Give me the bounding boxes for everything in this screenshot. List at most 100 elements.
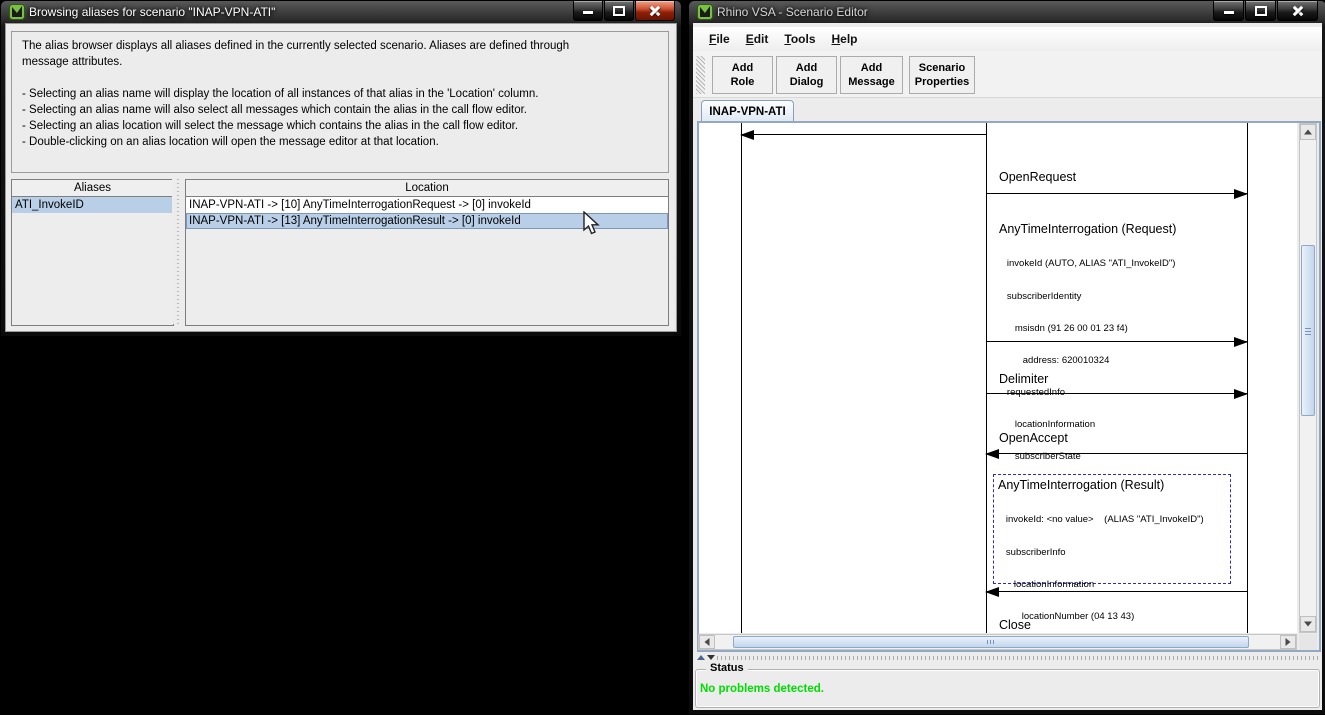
role-lifeline-2 (986, 123, 987, 633)
message-close[interactable]: Close (999, 618, 1031, 632)
aliases-table: Aliases ATI_InvokeID (11, 179, 174, 326)
scroll-right-button[interactable] (1280, 635, 1296, 649)
tab-inap-vpn-ati[interactable]: INAP-VPN-ATI (701, 100, 794, 122)
minimize-icon (1224, 11, 1234, 14)
scroll-left-button[interactable] (699, 635, 715, 649)
editor-window-title: Rhino VSA - Scenario Editor (717, 5, 868, 19)
vertical-scroll-thumb[interactable] (1301, 245, 1315, 416)
add-role-button[interactable]: AddRole (712, 56, 773, 94)
arrowhead-left-icon (740, 130, 754, 140)
scroll-down-icon (1304, 622, 1312, 627)
arrowhead-left-icon (985, 449, 999, 459)
message-arrow-left[interactable] (986, 591, 1247, 592)
toolbar-drag-grip[interactable] (696, 56, 705, 94)
status-message: No problems detected. (700, 683, 824, 695)
alias-description-panel: The alias browser displays all aliases d… (11, 31, 669, 173)
splitter-expand-up-icon[interactable] (697, 655, 705, 660)
detail-line: locationInformation (998, 580, 1204, 591)
add-dialog-button[interactable]: AddDialog (776, 56, 837, 94)
message-open-accept[interactable]: OpenAccept (999, 431, 1068, 445)
maximize-icon (613, 6, 625, 16)
status-panel: Status No problems detected. (695, 669, 1320, 708)
call-flow-canvas[interactable]: OpenRequest AnyTimeInterrogation (Reques… (699, 123, 1297, 633)
rhino-vsa-app-icon (697, 4, 713, 20)
menu-edit[interactable]: Edit (738, 29, 777, 49)
arrowhead-left-icon (985, 587, 999, 597)
detail-line: invokeId: <no value> (ALIAS "ATI_InvokeI… (998, 515, 1204, 526)
detail-line: invokeId (AUTO, ALIAS "ATI_InvokeID") (999, 259, 1175, 270)
location-column-header[interactable]: Location (186, 180, 668, 197)
message-ati-result-title[interactable]: AnyTimeInterrogation (Result) (998, 478, 1164, 492)
message-open-request[interactable]: OpenRequest (999, 170, 1076, 184)
close-icon (1278, 1, 1317, 20)
message-arrow-left[interactable] (741, 134, 986, 135)
location-row-result[interactable]: INAP-VPN-ATI -> [13] AnyTimeInterrogatio… (186, 213, 668, 229)
minimize-button[interactable] (1213, 1, 1244, 21)
message-arrow-right[interactable] (986, 193, 1247, 194)
scenario-properties-button[interactable]: ScenarioProperties (909, 56, 975, 94)
maximize-icon (1255, 6, 1267, 16)
message-delimiter[interactable]: Delimiter (999, 372, 1048, 386)
thumb-grip-icon (987, 640, 995, 644)
close-button[interactable] (1277, 1, 1318, 21)
scroll-left-icon (705, 638, 710, 646)
horizontal-scroll-thumb[interactable] (733, 636, 1249, 648)
menu-help[interactable]: Help (824, 29, 866, 49)
maximize-button[interactable] (604, 1, 634, 21)
horizontal-scrollbar[interactable] (698, 634, 1297, 650)
arrowhead-right-icon (1234, 389, 1248, 399)
message-arrow-right[interactable] (986, 341, 1247, 342)
editor-window-titlebar[interactable]: Rhino VSA - Scenario Editor (689, 1, 1325, 23)
message-ati-request-title[interactable]: AnyTimeInterrogation (Request) (999, 222, 1176, 236)
alias-window-client: The alias browser displays all aliases d… (5, 23, 677, 332)
add-message-button[interactable]: AddMessage (840, 56, 903, 94)
description-line: - Double-clicking on an alias location w… (22, 134, 658, 150)
role-lifeline-1 (741, 123, 742, 633)
minimize-icon (583, 11, 593, 14)
scenario-editor-window: Rhino VSA - Scenario Editor File Edit To… (688, 0, 1325, 715)
minimize-button[interactable] (573, 1, 603, 21)
description-line: - Selecting an alias location will selec… (22, 118, 658, 134)
close-button[interactable] (635, 1, 675, 21)
scroll-up-icon (1304, 130, 1312, 135)
alias-browser-window: Browsing aliases for scenario "INAP-VPN-… (0, 0, 682, 337)
scroll-right-icon (1286, 638, 1291, 646)
location-table: Location INAP-VPN-ATI -> [10] AnyTimeInt… (185, 179, 669, 326)
detail-line: subscriberIdentity (999, 292, 1175, 303)
scroll-up-button[interactable] (1300, 124, 1316, 140)
description-line: - Selecting an alias name will also sele… (22, 102, 658, 118)
vertical-scrollbar[interactable] (1299, 123, 1317, 633)
tool-bar: AddRole AddDialog AddMessage ScenarioPro… (693, 51, 1322, 98)
thumb-grip-icon (1305, 327, 1311, 335)
splitter-texture (717, 656, 1320, 660)
rhino-vsa-app-icon (9, 4, 25, 20)
description-line: The alias browser displays all aliases d… (22, 38, 658, 54)
menu-tools[interactable]: Tools (776, 29, 823, 49)
message-ati-result-details[interactable]: invokeId: <no value> (ALIAS "ATI_InvokeI… (998, 494, 1204, 633)
alias-window-title: Browsing aliases for scenario "INAP-VPN-… (29, 5, 275, 19)
location-row-request[interactable]: INAP-VPN-ATI -> [10] AnyTimeInterrogatio… (186, 197, 668, 213)
detail-line: subscriberInfo (998, 548, 1204, 559)
arrowhead-right-icon (1234, 337, 1248, 347)
message-ati-result-selection-box[interactable]: AnyTimeInterrogation (Result) invokeId: … (993, 474, 1231, 584)
close-icon (636, 1, 674, 20)
arrowhead-right-icon (1234, 189, 1248, 199)
scrollbar-corner (1299, 634, 1317, 650)
aliases-column-header[interactable]: Aliases (12, 180, 173, 197)
table-splitter[interactable] (172, 179, 184, 324)
status-split-divider[interactable] (693, 653, 1322, 663)
alias-window-titlebar[interactable]: Browsing aliases for scenario "INAP-VPN-… (1, 1, 681, 23)
detail-line: msisdn (91 26 00 01 23 f4) (999, 324, 1175, 335)
message-arrow-right[interactable] (986, 393, 1247, 394)
alias-row-ati-invokeid[interactable]: ATI_InvokeID (12, 197, 173, 213)
status-panel-title: Status (706, 662, 748, 674)
role-lifeline-3 (1247, 123, 1248, 633)
maximize-button[interactable] (1245, 1, 1276, 21)
description-line (22, 70, 658, 86)
menu-file[interactable]: File (701, 29, 738, 49)
description-line: message attributes. (22, 54, 658, 70)
scroll-down-button[interactable] (1300, 616, 1316, 632)
splitter-expand-down-icon[interactable] (707, 655, 715, 660)
detail-line: locationInformation (999, 420, 1175, 431)
message-arrow-left[interactable] (986, 453, 1247, 454)
